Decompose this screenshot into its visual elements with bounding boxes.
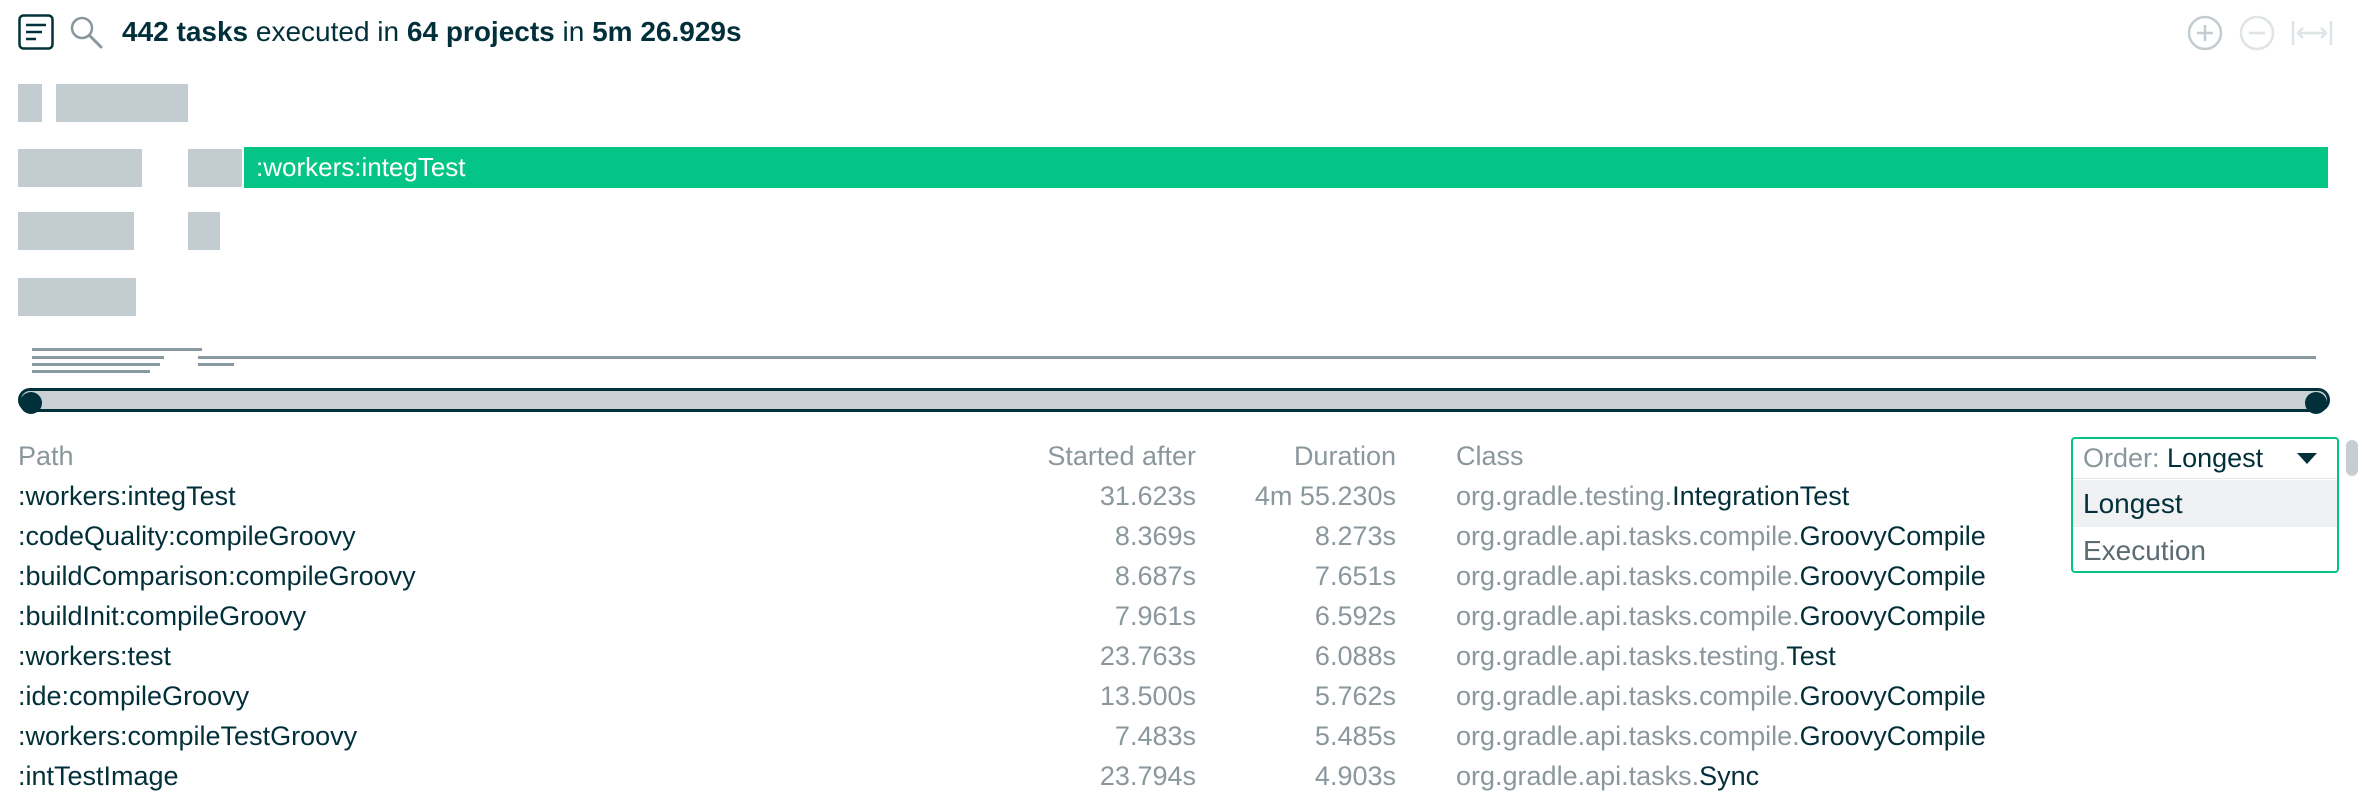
task-class-name: Sync — [1699, 761, 1760, 791]
timeline-task-block[interactable] — [18, 149, 142, 187]
task-path: :buildComparison:compileGroovy — [18, 561, 416, 591]
task-path: :workers:integTest — [18, 481, 236, 511]
task-duration: 6.592s — [1314, 601, 1396, 631]
task-path: :intTestImage — [18, 761, 179, 791]
task-class-package: org.gradle.api.tasks.compile. — [1456, 681, 1800, 711]
search-icon[interactable] — [68, 14, 104, 50]
order-selected-value: Longest — [2167, 443, 2264, 473]
timeline-task-highlighted[interactable] — [244, 147, 2328, 188]
task-class-name: IntegrationTest — [1672, 481, 1850, 511]
task-class: org.gradle.api.tasks.compile.GroovyCompi… — [1456, 676, 1986, 716]
task-path: :codeQuality:compileGroovy — [18, 521, 356, 551]
in-text: in — [562, 16, 585, 47]
timeline-task-block[interactable] — [188, 149, 242, 187]
task-path: :buildInit:compileGroovy — [18, 601, 307, 631]
table-row[interactable]: :buildComparison:compileGroovy 8.687s 7.… — [0, 556, 2362, 596]
summary-list-icon[interactable] — [18, 14, 54, 50]
timeline-task-block[interactable] — [18, 84, 42, 122]
task-class: org.gradle.testing.IntegrationTest — [1456, 476, 1849, 516]
task-duration: 6.088s — [1314, 641, 1396, 671]
task-count: 442 tasks — [122, 16, 249, 47]
table-row[interactable]: :codeQuality:compileGroovy 8.369s 8.273s… — [0, 516, 2362, 556]
task-class: org.gradle.api.tasks.compile.GroovyCompi… — [1456, 596, 1986, 636]
timeline-task-block[interactable] — [188, 212, 220, 250]
task-class: org.gradle.api.tasks.compile.GroovyCompi… — [1456, 556, 1986, 596]
task-class-package: org.gradle.api.tasks. — [1456, 761, 1700, 791]
task-class-name: GroovyCompile — [1799, 561, 1986, 591]
task-duration: 5.485s — [1314, 721, 1396, 751]
order-select[interactable]: Order: Longest — [2073, 439, 2337, 479]
range-start-handle[interactable] — [20, 392, 42, 414]
task-class-package: org.gradle.api.tasks.compile. — [1456, 521, 1800, 551]
task-class: org.gradle.api.tasks.compile.GroovyCompi… — [1456, 716, 1986, 756]
table-row[interactable]: :intTestImage 23.794s 4.903s org.gradle.… — [0, 756, 2362, 796]
column-header-class[interactable]: Class — [1456, 438, 1524, 474]
timeline-task-block[interactable] — [18, 212, 134, 250]
task-class-name: Test — [1786, 641, 1836, 671]
task-duration: 7.651s — [1314, 561, 1396, 591]
order-option-execution[interactable]: Execution — [2073, 527, 2337, 571]
table-row[interactable]: :ide:compileGroovy 13.500s 5.762s org.gr… — [0, 676, 2362, 716]
column-header-duration[interactable]: Duration — [1100, 438, 1396, 474]
task-class-package: org.gradle.api.tasks.compile. — [1456, 601, 1800, 631]
zoom-in-icon[interactable] — [2186, 14, 2224, 52]
total-time: 5m 26.929s — [592, 16, 742, 47]
table-row[interactable]: :workers:test 23.763s 6.088s org.gradle.… — [0, 636, 2362, 676]
task-class-package: org.gradle.api.tasks.compile. — [1456, 721, 1800, 751]
order-prefix: Order: — [2083, 443, 2160, 473]
task-class-name: GroovyCompile — [1799, 681, 1986, 711]
build-summary-title: 442 tasks executed in 64 projects in 5m … — [122, 14, 742, 50]
table-row[interactable]: :workers:integTest 31.623s 4m 55.230s or… — [0, 476, 2362, 516]
timeline-task-block[interactable] — [18, 278, 136, 316]
task-class: org.gradle.api.tasks.testing.Test — [1456, 636, 1836, 676]
task-duration: 8.273s — [1314, 521, 1396, 551]
timeline-task-label: :workers:integTest — [256, 152, 466, 182]
order-dropdown[interactable]: Order: Longest Longest Execution — [2071, 437, 2339, 573]
executed-text: executed in — [255, 16, 400, 47]
task-path: :workers:compileTestGroovy — [18, 721, 358, 751]
task-class-name: GroovyCompile — [1799, 521, 1986, 551]
caret-down-icon[interactable] — [2297, 453, 2317, 464]
task-class: org.gradle.api.tasks.compile.GroovyCompi… — [1456, 516, 1986, 556]
task-class-name: GroovyCompile — [1799, 601, 1986, 631]
table-row[interactable]: :buildInit:compileGroovy 7.961s 6.592s o… — [0, 596, 2362, 636]
table-row[interactable]: :workers:compileTestGroovy 7.483s 5.485s… — [0, 716, 2362, 756]
fit-width-icon[interactable] — [2290, 14, 2334, 52]
task-duration: 4.903s — [1314, 761, 1396, 791]
task-class-package: org.gradle.testing. — [1456, 481, 1673, 511]
task-duration: 4m 55.230s — [1254, 481, 1396, 511]
timeline-task-block[interactable] — [56, 84, 188, 122]
task-class: org.gradle.api.tasks.Sync — [1456, 756, 1759, 796]
range-end-handle[interactable] — [2305, 392, 2327, 414]
zoom-out-icon[interactable] — [2238, 14, 2276, 52]
task-duration: 5.762s — [1314, 681, 1396, 711]
project-count: 64 projects — [406, 16, 555, 47]
column-header-path[interactable]: Path — [18, 438, 74, 474]
task-class-name: GroovyCompile — [1799, 721, 1986, 751]
task-path: :ide:compileGroovy — [18, 681, 250, 711]
task-path: :workers:test — [18, 641, 172, 671]
timeline-range-scrubber[interactable] — [18, 388, 2330, 412]
task-class-package: org.gradle.api.tasks.compile. — [1456, 561, 1800, 591]
scrollbar-thumb[interactable] — [2346, 440, 2358, 476]
task-class-package: org.gradle.api.tasks.testing. — [1456, 641, 1787, 671]
order-option-longest[interactable]: Longest — [2073, 480, 2337, 527]
